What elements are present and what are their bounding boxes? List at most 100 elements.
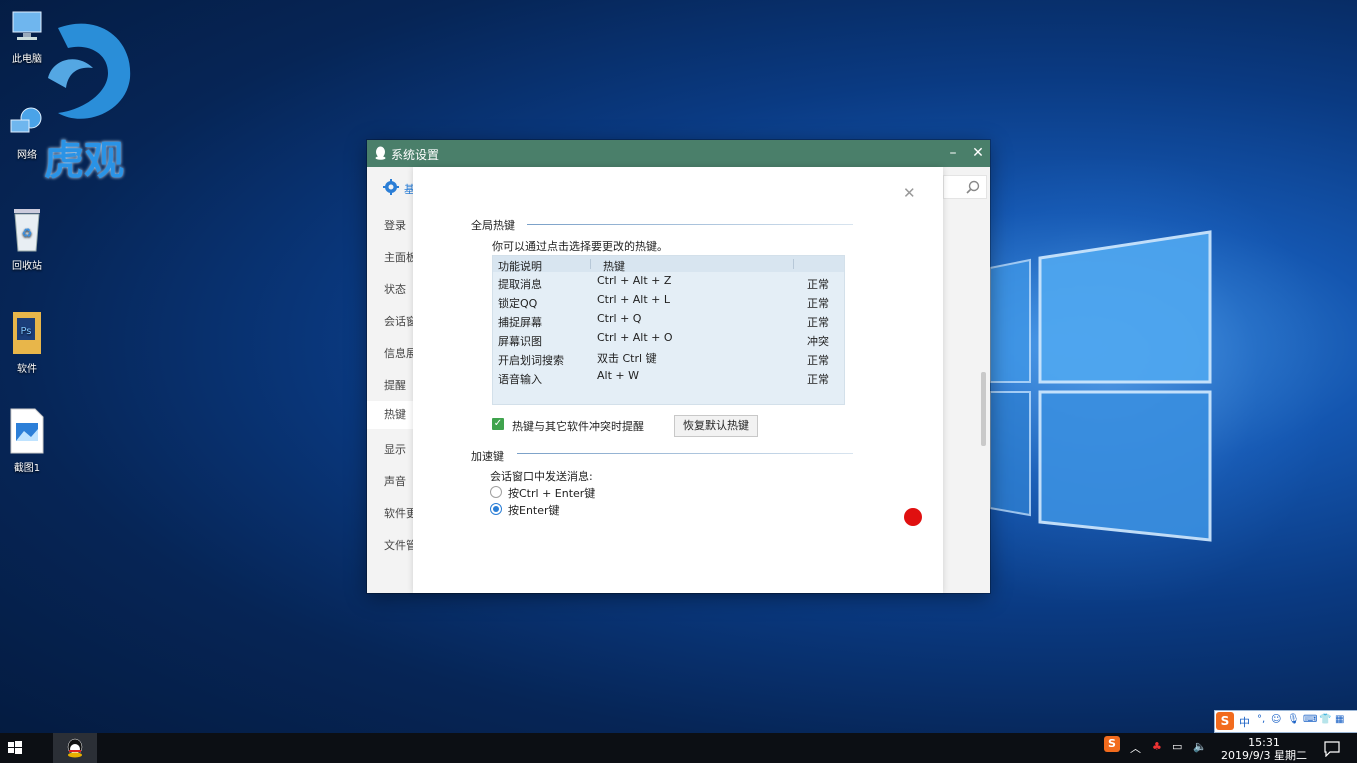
settings-sidebar: 基 登录 主面板 状态 会话窗口 信息展示 提醒 热键 显示 声音 软件更新 文… xyxy=(367,167,413,593)
ime-language[interactable]: 中 xyxy=(1239,714,1250,730)
hotkey-keys: Ctrl + Alt + Z xyxy=(597,274,672,287)
network-tray-icon[interactable]: ▭ xyxy=(1172,740,1182,753)
panel-close-icon[interactable]: ✕ xyxy=(903,184,916,202)
enter-radio[interactable] xyxy=(490,503,502,515)
table-row[interactable]: 屏幕识图 Ctrl + Alt + O 冲突 xyxy=(493,330,844,349)
hotkey-function: 开启划词搜索 xyxy=(498,354,564,367)
keyboard-icon[interactable]: ⌨ xyxy=(1303,714,1317,725)
table-row[interactable]: 提取消息 Ctrl + Alt + Z 正常 xyxy=(493,273,844,292)
punctuation-icon[interactable]: °, xyxy=(1257,714,1265,725)
table-row[interactable]: 锁定QQ Ctrl + Alt + L 正常 xyxy=(493,292,844,311)
sidebar-item-hotkeys[interactable]: 热键 xyxy=(367,401,413,429)
ime-toolbar[interactable]: S 中 °, ☺ 🎙 ⌨ 👕 ▦ xyxy=(1214,710,1357,733)
close-button[interactable]: ✕ xyxy=(967,143,989,163)
hotkey-keys: 双击 Ctrl 键 xyxy=(597,352,657,365)
skin-icon[interactable]: 👕 xyxy=(1319,714,1331,725)
tools-icon[interactable]: ▦ xyxy=(1335,714,1344,725)
section-divider xyxy=(517,453,853,454)
sogou-logo-icon: S xyxy=(1216,712,1234,730)
image-file-icon xyxy=(9,407,45,455)
accelerator-heading: 加速键 xyxy=(471,450,504,463)
clock-date: 2019/9/3 星期二 xyxy=(1221,749,1307,762)
table-header: 功能说明 热键 xyxy=(493,256,844,273)
desktop-icon-software[interactable]: Ps 软件 xyxy=(4,308,50,375)
settings-window: 系统设置 – ✕ 基 登录 主面板 状态 会话窗口 信息展示 提醒 热键 显示 … xyxy=(367,140,990,593)
sidebar-item-main-panel[interactable]: 主面板 xyxy=(384,249,413,265)
notification-center-icon[interactable] xyxy=(1324,741,1340,757)
sidebar-item-software-update[interactable]: 软件更新 xyxy=(384,505,413,521)
taskbar: S ︿ ♣ ▭ 🔈 15:31 2019/9/3 星期二 xyxy=(0,733,1357,763)
volume-icon[interactable]: 🔈 xyxy=(1193,740,1207,753)
sidebar-item-status[interactable]: 状态 xyxy=(384,281,406,297)
hotkey-function: 捕捉屏幕 xyxy=(498,316,542,329)
ctrl-enter-label: 按Ctrl + Enter键 xyxy=(508,487,596,500)
sidebar-item-login[interactable]: 登录 xyxy=(384,217,406,233)
hotkey-status: 正常 xyxy=(807,297,829,310)
microphone-icon[interactable]: 🎙 xyxy=(1287,714,1300,725)
hotkey-keys: Ctrl + Alt + O xyxy=(597,331,673,344)
hotkey-function: 屏幕识图 xyxy=(498,335,542,348)
sidebar-item-file-management[interactable]: 文件管理 xyxy=(384,537,413,553)
settings-scrollbar[interactable] xyxy=(981,372,986,446)
gear-icon xyxy=(383,179,399,195)
sogou-tray-icon[interactable]: S xyxy=(1104,736,1120,752)
hotkey-status: 正常 xyxy=(807,354,829,367)
hotkey-function: 提取消息 xyxy=(498,278,542,291)
enter-label: 按Enter键 xyxy=(508,504,560,517)
show-hidden-icons-chevron-icon[interactable]: ︿ xyxy=(1130,740,1141,756)
desktop-icon-label: 软件 xyxy=(17,364,37,375)
taskbar-clock[interactable]: 15:31 2019/9/3 星期二 xyxy=(1218,736,1310,762)
watermark-text: 虎观 xyxy=(44,138,124,184)
restore-default-hotkeys-button[interactable]: 恢复默认热键 xyxy=(674,415,758,437)
hotkey-keys: Ctrl + Alt + L xyxy=(597,293,671,306)
hotkey-keys: Ctrl + Q xyxy=(597,312,642,325)
hotkey-hint: 你可以通过点击选择要更改的热键。 xyxy=(492,240,668,253)
sidebar-item-reminder[interactable]: 提醒 xyxy=(384,377,406,393)
conflict-alert-checkbox[interactable]: ✓ xyxy=(492,418,504,430)
qq-penguin-icon xyxy=(67,738,83,758)
send-message-label: 会话窗口中发送消息: xyxy=(490,470,593,483)
hotkey-status: 正常 xyxy=(807,278,829,291)
table-row[interactable]: 开启划词搜索 双击 Ctrl 键 正常 xyxy=(493,349,844,368)
sidebar-item-chat-window[interactable]: 会话窗口 xyxy=(384,313,413,329)
section-divider xyxy=(527,224,853,225)
qq-tray-icon[interactable]: ♣ xyxy=(1152,740,1162,753)
mouse-cursor-highlight xyxy=(904,508,922,526)
minimize-button[interactable]: – xyxy=(942,143,964,163)
settings-search-input[interactable] xyxy=(943,175,987,199)
ctrl-enter-radio[interactable] xyxy=(490,486,502,498)
svg-text:♻: ♻ xyxy=(22,226,33,240)
global-hotkeys-heading: 全局热键 xyxy=(471,219,515,232)
hotkey-status: 冲突 xyxy=(807,335,829,348)
sidebar-item-info-display[interactable]: 信息展示 xyxy=(384,345,413,361)
column-header-function: 功能说明 xyxy=(498,260,542,273)
search-icon[interactable] xyxy=(966,180,980,194)
desktop-icon-screenshot1[interactable]: 截图1 xyxy=(4,407,50,474)
clock-time: 15:31 xyxy=(1248,736,1280,749)
hotkey-status: 正常 xyxy=(807,316,829,329)
hotkey-function: 语音输入 xyxy=(498,373,542,386)
column-separator xyxy=(590,259,591,269)
svg-text:Ps: Ps xyxy=(20,326,31,337)
hotkey-status: 正常 xyxy=(807,373,829,386)
sidebar-item-display[interactable]: 显示 xyxy=(384,441,406,457)
table-row[interactable]: 语音输入 Alt + W 正常 xyxy=(493,368,844,387)
sidebar-header-label: 基 xyxy=(404,183,413,196)
column-separator xyxy=(793,259,794,269)
title-bar[interactable]: 系统设置 – ✕ xyxy=(367,140,990,167)
conflict-alert-label: 热键与其它软件冲突时提醒 xyxy=(512,420,644,433)
emoji-icon[interactable]: ☺ xyxy=(1271,714,1281,725)
taskbar-qq-app[interactable] xyxy=(53,733,97,763)
recycle-bin-icon: ♻ xyxy=(9,205,45,253)
qq-penguin-icon xyxy=(375,146,386,160)
column-header-hotkey: 热键 xyxy=(603,260,625,273)
desktop-icon-label: 回收站 xyxy=(12,261,42,272)
photoshop-folder-icon: Ps xyxy=(9,308,45,356)
table-row[interactable]: 捕捉屏幕 Ctrl + Q 正常 xyxy=(493,311,844,330)
windows-start-icon[interactable] xyxy=(0,733,30,763)
sidebar-item-sound[interactable]: 声音 xyxy=(384,473,406,489)
hotkey-settings-panel: ✕ 全局热键 你可以通过点击选择要更改的热键。 功能说明 热键 提取消息 Ctr… xyxy=(413,167,943,593)
desktop-icon-recycle-bin[interactable]: ♻ 回收站 xyxy=(4,205,50,272)
desktop-icon-label: 截图1 xyxy=(13,463,41,474)
windows-logo-wallpaper xyxy=(989,230,1212,542)
